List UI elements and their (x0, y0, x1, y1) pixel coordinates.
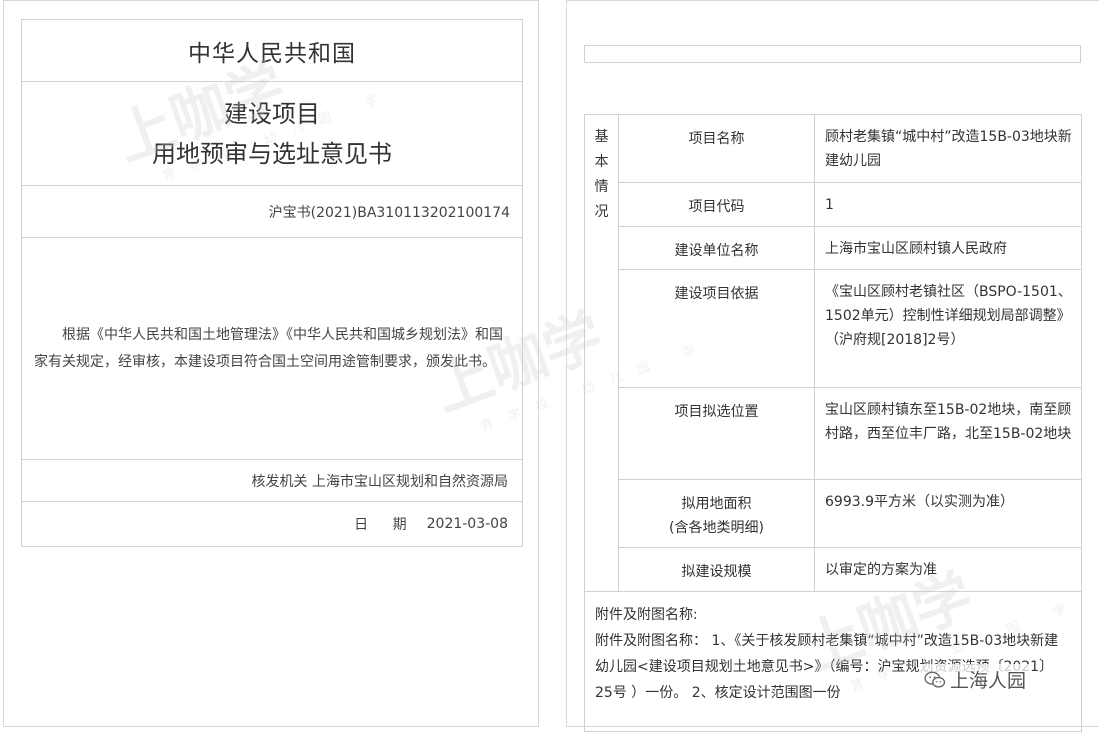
row-value: 上海市宝山区顾村镇人民政府 (814, 226, 1082, 270)
table-row: 基 本 情 况 项目名称 顾村老集镇“城中村”改造15B-03地块新建幼儿园 (584, 114, 1082, 592)
wechat-account-badge: 上海人园 (920, 664, 1031, 695)
wechat-account-name: 上海人园 (950, 670, 1027, 692)
certificate-body-text: 根据《中华人民共和国土地管理法》《中华人民共和国城乡规划法》和国家有关规定，经审… (34, 326, 503, 370)
issue-date-value: 2021-03-08 (426, 516, 508, 532)
left-page: 中华人民共和国 建设项目 用地预审与选址意见书 沪宝书(2021)BA31011… (3, 0, 539, 727)
document-title: 建设项目 用地预审与选址意见书 (22, 82, 522, 186)
wechat-icon (924, 671, 946, 688)
issuing-authority: 核发机关 上海市宝山区规划和自然资源局 (22, 460, 522, 502)
right-page: 基 本 情 况 项目名称 顾村老集镇“城中村”改造15B-03地块新建幼儿园 项… (566, 0, 1099, 732)
row-value: 6993.9平方米（以实测为准） (814, 479, 1082, 548)
certificate-card: 中华人民共和国 建设项目 用地预审与选址意见书 沪宝书(2021)BA31011… (21, 19, 523, 547)
attachment-cell: 附件及附图名称: 附件及附图名称： 1、《关于核发顾村老集镇“城中村”改造15B… (584, 591, 1082, 732)
top-blank-bar (584, 45, 1081, 63)
row-label: 拟用地面积 (含各地类明细) (618, 479, 815, 548)
table-row: 建设项目依据 《宝山区顾村老镇社区（BSPO-1501、1502单元）控制性详细… (585, 269, 1082, 388)
document-title-line2: 用地预审与选址意见书 (152, 139, 392, 168)
row-value: 以审定的方案为准 (814, 547, 1082, 592)
document-title-line1: 建设项目 (224, 99, 320, 128)
certificate-number: 沪宝书(2021)BA310113202100174 (22, 186, 522, 238)
attachment-title: 附件及附图名称: (595, 607, 698, 623)
row-label: 项目名称 (618, 114, 815, 183)
table-row: 拟建设规模 以审定的方案为准 (585, 547, 1082, 592)
row-value: 1 (814, 182, 1082, 227)
table-row: 附件及附图名称: 附件及附图名称： 1、《关于核发顾村老集镇“城中村”改造15B… (584, 591, 1082, 732)
table-row: 项目代码 1 (585, 182, 1082, 227)
table-row: 拟用地面积 (含各地类明细) 6993.9平方米（以实测为准） (585, 479, 1082, 548)
certificate-body: 根据《中华人民共和国土地管理法》《中华人民共和国城乡规划法》和国家有关规定，经审… (22, 238, 522, 460)
table-row: 项目拟选位置 宝山区顾村镇东至15B-02地块，南至顾村路，西至位丰厂路，北至1… (585, 387, 1082, 480)
section-label-basic-info: 基 本 情 况 (584, 114, 619, 592)
row-label: 建设项目依据 (618, 269, 815, 388)
row-label: 建设单位名称 (618, 226, 815, 270)
basic-info-table: 基 本 情 况 项目名称 顾村老集镇“城中村”改造15B-03地块新建幼儿园 项… (584, 114, 1082, 732)
issue-date-label: 日 期 (354, 517, 417, 533)
row-value: 宝山区顾村镇东至15B-02地块，南至顾村路，西至位丰厂路，北至15B-02地块 (814, 387, 1082, 480)
row-value: 《宝山区顾村老镇社区（BSPO-1501、1502单元）控制性详细规划局部调整》… (814, 269, 1082, 388)
row-label: 项目代码 (618, 182, 815, 227)
table-row: 建设单位名称 上海市宝山区顾村镇人民政府 (585, 226, 1082, 270)
row-label: 拟建设规模 (618, 547, 815, 592)
country-title: 中华人民共和国 (22, 20, 522, 82)
row-label: 项目拟选位置 (618, 387, 815, 480)
issue-date: 日 期 2021-03-08 (22, 502, 522, 546)
row-value: 顾村老集镇“城中村”改造15B-03地块新建幼儿园 (814, 114, 1082, 183)
